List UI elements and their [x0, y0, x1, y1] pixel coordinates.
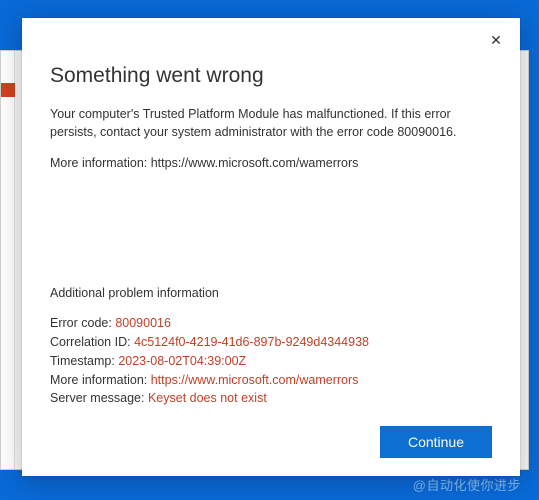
titlebar: ✕: [22, 18, 520, 54]
timestamp-value: 2023-08-02T04:39:00Z: [118, 354, 246, 368]
detail-more-information: More information: https://www.microsoft.…: [50, 371, 492, 390]
correlation-id-label: Correlation ID:: [50, 335, 134, 349]
error-message-moreinfo: More information: https://www.microsoft.…: [50, 155, 492, 173]
background-sidebar: [1, 51, 15, 469]
error-message-main: Your computer's Trusted Platform Module …: [50, 106, 492, 141]
server-message-value: Keyset does not exist: [148, 391, 267, 405]
correlation-id-value: 4c5124f0-4219-41d6-897b-9249d4344938: [134, 335, 369, 349]
dialog-title: Something went wrong: [50, 64, 492, 88]
moreinfo-prefix: More information:: [50, 156, 151, 170]
additional-info-heading: Additional problem information: [50, 286, 492, 300]
background-tile-icon: [1, 83, 15, 97]
dialog-body: Something went wrong Your computer's Tru…: [22, 54, 520, 476]
watermark-text: @自动化使你进步: [413, 475, 521, 494]
error-dialog: ✕ Something went wrong Your computer's T…: [22, 18, 520, 476]
error-code-label: Error code:: [50, 316, 115, 330]
close-button[interactable]: ✕: [482, 26, 510, 54]
close-icon: ✕: [490, 32, 502, 49]
error-details: Error code: 80090016 Correlation ID: 4c5…: [50, 314, 492, 408]
spacer: [50, 187, 492, 287]
detail-timestamp: Timestamp: 2023-08-02T04:39:00Z: [50, 352, 492, 371]
timestamp-label: Timestamp:: [50, 354, 118, 368]
detail-moreinfo-label: More information:: [50, 373, 151, 387]
detail-server-message: Server message: Keyset does not exist: [50, 389, 492, 408]
moreinfo-url: https://www.microsoft.com/wamerrors: [151, 156, 359, 170]
detail-correlation-id: Correlation ID: 4c5124f0-4219-41d6-897b-…: [50, 333, 492, 352]
dialog-button-row: Continue: [50, 426, 492, 458]
server-message-label: Server message:: [50, 391, 148, 405]
error-code-value: 80090016: [115, 316, 171, 330]
detail-error-code: Error code: 80090016: [50, 314, 492, 333]
continue-button[interactable]: Continue: [380, 426, 492, 458]
detail-moreinfo-value: https://www.microsoft.com/wamerrors: [151, 373, 359, 387]
